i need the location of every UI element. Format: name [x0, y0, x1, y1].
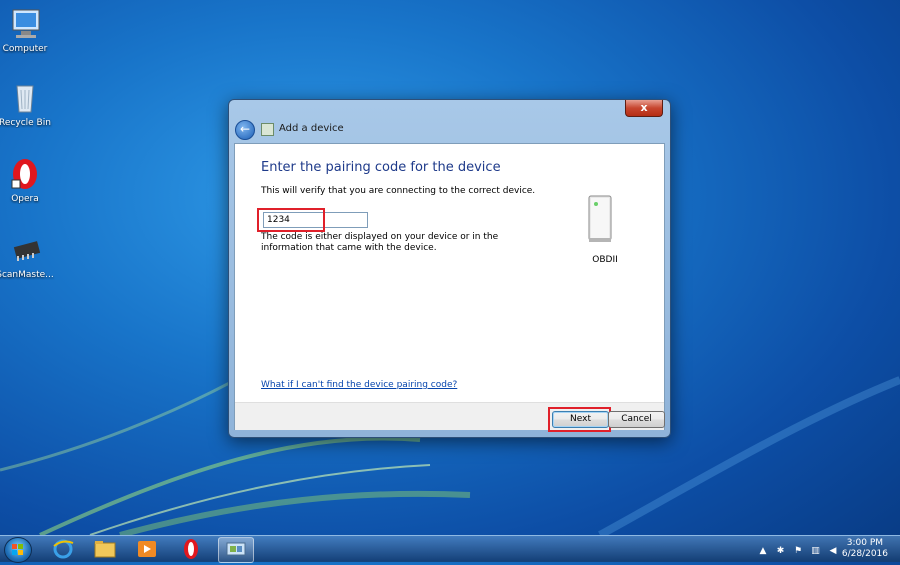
opera-icon [7, 156, 43, 192]
media-player-icon [138, 541, 156, 557]
show-hidden-icon[interactable]: ▲ [758, 546, 768, 556]
start-button[interactable] [4, 537, 32, 563]
bluetooth-icon[interactable]: ✱ [776, 546, 786, 556]
help-link[interactable]: What if I can't find the device pairing … [261, 380, 457, 390]
file-explorer-icon [94, 541, 116, 558]
add-device-icon [261, 123, 274, 136]
desktop-icon-label: Recycle Bin [0, 118, 51, 128]
dialog-footer: Next Cancel [235, 402, 665, 432]
add-device-dialog: x ← Add a device Enter the pairing code … [228, 99, 671, 438]
volume-icon[interactable]: ◀ [828, 546, 838, 556]
device-tower-icon [588, 195, 612, 242]
device-name: OBDII [592, 255, 618, 265]
opera-icon [184, 539, 198, 559]
page-heading: Enter the pairing code for the device [261, 160, 501, 175]
close-button[interactable]: x [625, 100, 663, 117]
highlight-box [257, 208, 325, 232]
computer-icon [7, 6, 43, 42]
dialog-title: Add a device [279, 123, 344, 134]
taskbar-media-player[interactable] [130, 537, 164, 561]
taskbar-file-explorer[interactable] [88, 537, 122, 561]
desktop-icon-computer[interactable]: Computer [0, 6, 55, 54]
taskbar-devices[interactable] [218, 537, 254, 563]
dialog-titlebar: ← Add a device [235, 120, 655, 142]
hint-text: The code is either displayed on your dev… [261, 232, 499, 253]
devices-icon [226, 542, 246, 556]
recycle-bin-icon [7, 80, 43, 116]
taskbar: ▲ ✱ ⚑ ▥ ◀ 3:00 PM 6/28/2016 [0, 535, 900, 563]
desktop-icon-scanmaster[interactable]: ScanMaste... [0, 232, 55, 280]
clock[interactable]: 3:00 PM 6/28/2016 [842, 538, 888, 560]
clock-date: 6/28/2016 [841, 549, 888, 559]
desktop-icon-label: ScanMaste... [0, 270, 54, 280]
desktop-icon-recycle-bin[interactable]: Recycle Bin [0, 80, 55, 128]
windows-logo-icon [12, 544, 23, 555]
dialog-content: Enter the pairing code for the device Th… [234, 143, 665, 432]
clock-time: 3:00 PM [846, 538, 884, 548]
description-text: This will verify that you are connecting… [261, 186, 536, 196]
back-button[interactable]: ← [235, 120, 255, 140]
desktop-icon-label: Computer [2, 44, 48, 54]
network-icon[interactable]: ▥ [811, 546, 821, 556]
highlight-box [548, 407, 611, 432]
action-center-icon[interactable]: ⚑ [793, 546, 803, 556]
taskbar-internet-explorer[interactable] [46, 537, 80, 561]
scanmaster-icon [7, 232, 43, 268]
desktop-icon-label: Opera [11, 194, 39, 204]
internet-explorer-icon [53, 539, 74, 559]
desktop-icon-opera[interactable]: Opera [0, 156, 55, 204]
taskbar-opera[interactable] [174, 537, 208, 561]
cancel-button[interactable]: Cancel [608, 411, 665, 428]
system-tray: ▲ ✱ ⚑ ▥ ◀ [754, 543, 838, 556]
